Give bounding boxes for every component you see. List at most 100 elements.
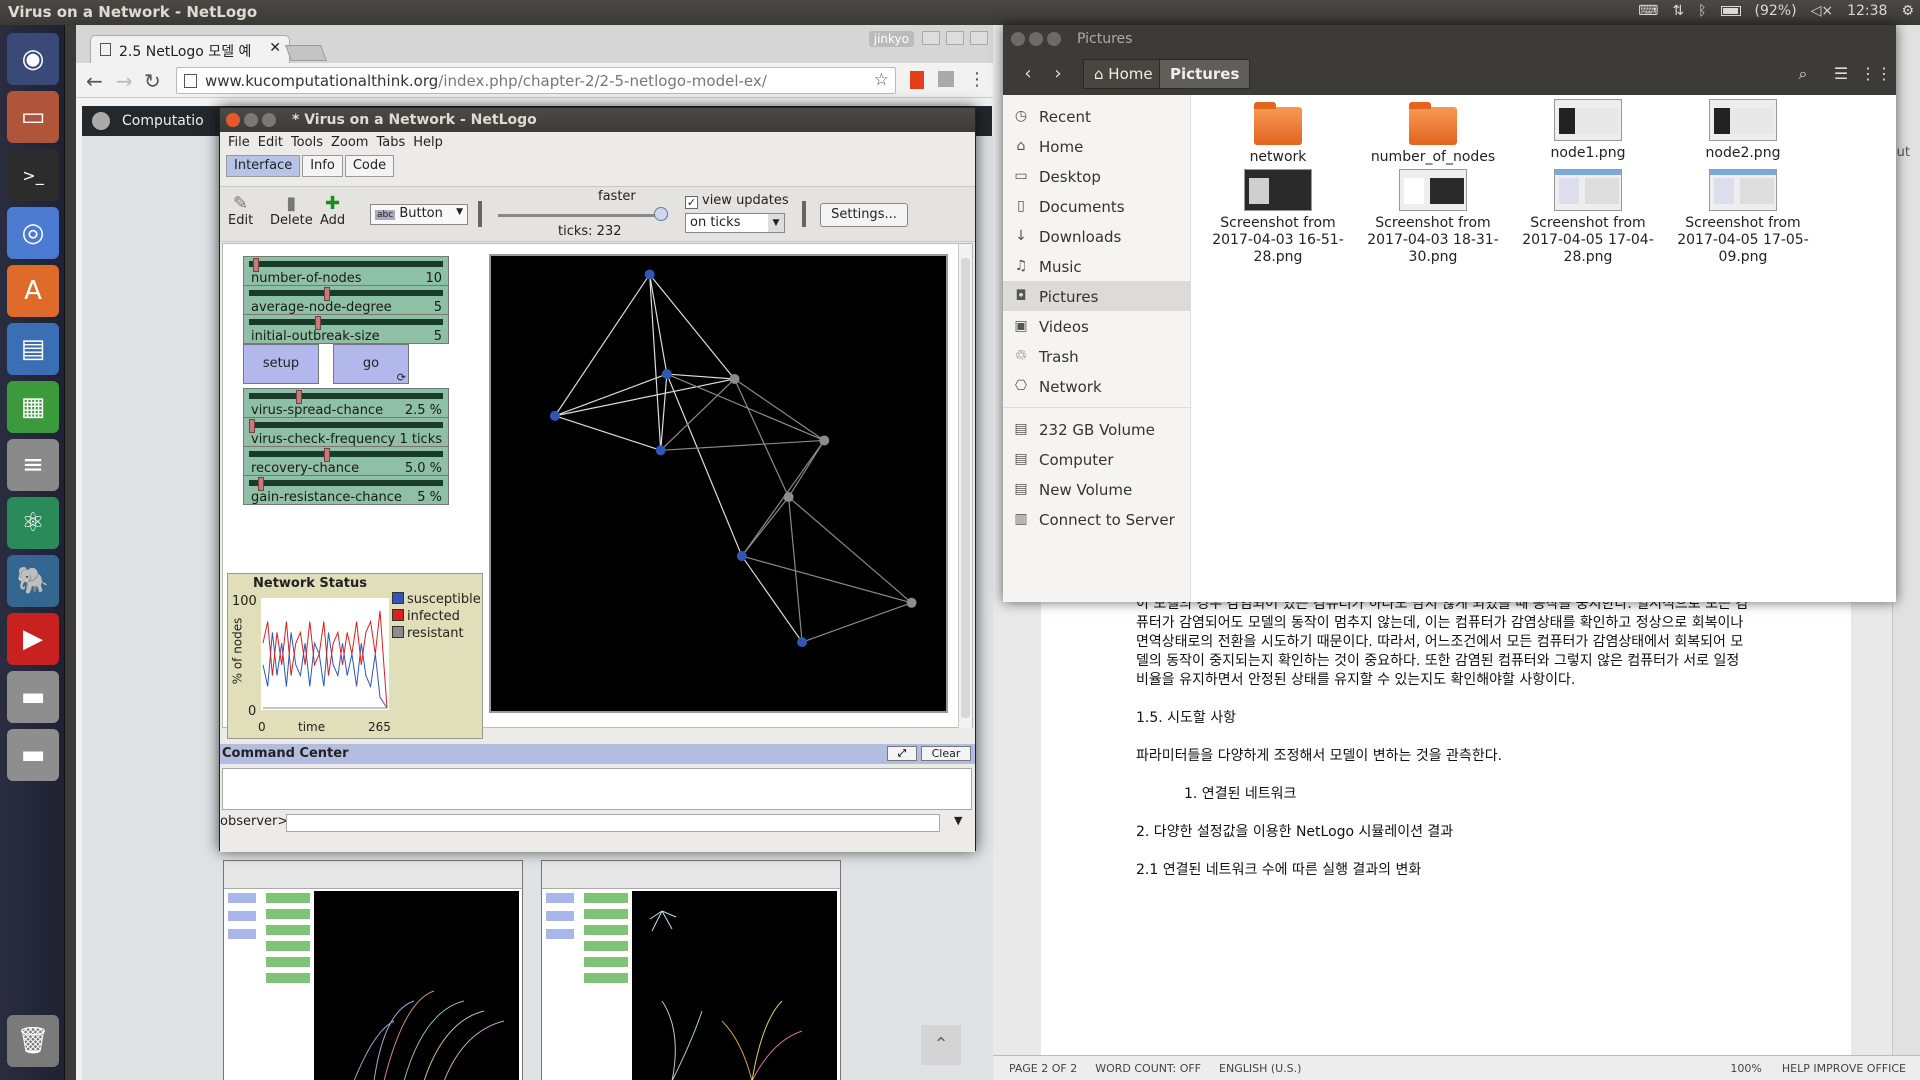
close-button[interactable] <box>1011 32 1025 46</box>
tab-code[interactable]: Code <box>344 155 395 177</box>
sidebar-item-downloads[interactable]: ↓ Downloads <box>1003 221 1190 251</box>
crumb-pictures[interactable]: Pictures <box>1159 59 1251 89</box>
slider-virus-spread-chance[interactable]: virus-spread-chance 2.5 % <box>243 388 449 418</box>
interface-scrollbar[interactable] <box>958 244 972 728</box>
office-extension-icon[interactable] <box>910 71 924 89</box>
minimize-button[interactable] <box>1029 32 1043 46</box>
slider-virus-check-frequency[interactable]: virus-check-frequency 1 ticks <box>243 417 449 447</box>
slider-handle[interactable] <box>324 448 331 462</box>
page-count[interactable]: PAGE 2 OF 2 <box>1009 1062 1077 1075</box>
user-badge[interactable]: jinkyo <box>868 31 914 47</box>
grid-view-icon[interactable]: ⋮⋮ <box>1860 61 1892 87</box>
settings-gear-icon[interactable]: ⚙ <box>1901 3 1914 19</box>
list-view-icon[interactable]: ☰ <box>1826 61 1856 87</box>
file-item[interactable]: node2.png <box>1668 99 1818 162</box>
forward-icon[interactable]: › <box>1043 61 1073 87</box>
menu-icon[interactable]: ⋮ <box>968 69 986 90</box>
wordpress-icon[interactable] <box>92 112 110 130</box>
ubuntu-dash-icon[interactable]: ◉ <box>7 33 59 85</box>
folder-item[interactable]: network <box>1203 102 1353 166</box>
command-input[interactable] <box>286 814 940 832</box>
folder-item[interactable]: number_of_nodes <box>1358 102 1508 166</box>
slider-number-of-nodes[interactable]: number-of-nodes 10 <box>243 256 449 286</box>
terminal-icon[interactable]: >_ <box>7 149 59 201</box>
edit-button[interactable]: ✎ Edit <box>228 193 253 228</box>
menu-help[interactable]: Help <box>413 135 443 153</box>
delete-button[interactable]: ▮ Delete <box>270 193 313 228</box>
drive-icon-2[interactable]: ▬ <box>7 729 59 781</box>
page-info-icon[interactable] <box>184 74 197 88</box>
sidebar-item-music[interactable]: ♫ Music <box>1003 251 1190 281</box>
menu-edit[interactable]: Edit <box>258 135 283 153</box>
new-tab-button[interactable] <box>285 45 327 61</box>
file-item[interactable]: Screenshot from 2017-04-03 18-31-30.png <box>1358 169 1508 266</box>
search-icon[interactable]: ⌕ <box>1788 61 1818 87</box>
setup-button[interactable]: setup <box>243 344 319 384</box>
software-center-icon[interactable]: A <box>7 265 59 317</box>
slider-initial-outbreak-size[interactable]: initial-outbreak-size 5 <box>243 314 449 344</box>
slider-track[interactable] <box>249 422 443 428</box>
go-button[interactable]: go ⟳ <box>333 344 409 384</box>
maximize-button[interactable] <box>262 113 276 127</box>
maximize-button[interactable] <box>946 31 964 45</box>
world-view[interactable] <box>489 254 948 713</box>
slider-gain-resistance-chance[interactable]: gain-resistance-chance 5 % <box>243 475 449 505</box>
file-item[interactable]: Screenshot from 2017-04-05 17-04-28.png <box>1513 169 1663 266</box>
sidebar-item-computer[interactable]: ▤ Computer <box>1003 444 1190 474</box>
postgres-icon[interactable]: 🐘 <box>7 555 59 607</box>
extension-icon[interactable] <box>938 71 954 87</box>
slider-track[interactable] <box>249 480 443 486</box>
sidebar-item-documents[interactable]: ▯ Documents <box>1003 191 1190 221</box>
settings-button[interactable]: Settings... <box>820 203 908 227</box>
slider-track[interactable] <box>249 290 443 296</box>
files-icon[interactable]: ▭ <box>7 91 59 143</box>
chrome-icon[interactable]: ◎ <box>7 207 59 259</box>
tab-info[interactable]: Info <box>302 155 343 177</box>
close-button[interactable] <box>970 31 988 45</box>
widget-type-select[interactable]: abc Button ▼ <box>370 204 468 225</box>
history-dropdown-icon[interactable]: ▼ <box>954 814 962 827</box>
browser-tab[interactable]: 2.5 NetLogo 모델 예 ✕ <box>90 35 290 63</box>
menu-zoom[interactable]: Zoom <box>331 135 368 153</box>
slider-handle[interactable] <box>324 287 331 301</box>
slider-track[interactable] <box>249 319 443 325</box>
bookmark-star-icon[interactable]: ☆ <box>874 70 889 90</box>
document-body[interactable]: 이 모델의 경우 감염되어 있는 컴퓨터가 하나도 남지 않게 되었을 때 동작… <box>1136 595 1756 899</box>
network-icon[interactable]: ⇅ <box>1672 3 1684 19</box>
back-icon[interactable]: ‹ <box>1013 61 1043 87</box>
sidebar-item-volume[interactable]: ▤ 232 GB Volume <box>1003 414 1190 444</box>
sidebar-item-videos[interactable]: ▣ Videos <box>1003 311 1190 341</box>
close-button[interactable] <box>226 113 240 127</box>
sidebar-item-recent[interactable]: ◷ Recent <box>1003 101 1190 131</box>
back-icon[interactable]: ← <box>86 69 103 93</box>
database-icon[interactable]: ≡ <box>7 439 59 491</box>
sidebar-item-desktop[interactable]: ▭ Desktop <box>1003 161 1190 191</box>
reload-icon[interactable]: ↻ <box>144 69 161 93</box>
slider-handle[interactable] <box>252 258 259 272</box>
battery-level[interactable]: (92%) <box>1755 3 1797 19</box>
atom-icon[interactable]: ⚛ <box>7 497 59 549</box>
observer-prompt[interactable]: observer> <box>220 814 288 829</box>
media-icon[interactable]: ▶ <box>7 613 59 665</box>
calc-icon[interactable]: ▦ <box>7 381 59 433</box>
sidebar-item-connect-server[interactable]: ▥ Connect to Server <box>1003 504 1190 534</box>
sidebar-item-new-volume[interactable]: ▤ New Volume <box>1003 474 1190 504</box>
slider-track[interactable] <box>249 451 443 457</box>
add-button[interactable]: ✚ Add <box>320 193 345 228</box>
battery-icon[interactable] <box>1720 6 1741 16</box>
menu-tabs[interactable]: Tabs <box>376 135 405 153</box>
bluetooth-icon[interactable]: ᛒ <box>1698 3 1706 19</box>
close-tab-icon[interactable]: ✕ <box>269 40 281 56</box>
slider-average-node-degree[interactable]: average-node-degree 5 <box>243 285 449 315</box>
file-item[interactable]: node1.png <box>1513 99 1663 162</box>
keyboard-icon[interactable]: ⌨ <box>1638 3 1658 19</box>
minimize-button[interactable] <box>244 113 258 127</box>
slider-handle[interactable] <box>314 316 321 330</box>
menu-file[interactable]: File <box>228 135 250 153</box>
scroll-to-top-button[interactable]: ⌃ <box>921 1025 961 1065</box>
url-field[interactable]: www.kucomputationalthink.org/index.php/c… <box>176 67 896 94</box>
command-output[interactable] <box>222 768 972 810</box>
clock[interactable]: 12:38 <box>1847 3 1887 19</box>
help-improve-link[interactable]: HELP IMPROVE OFFICE <box>1782 1062 1906 1075</box>
tab-interface[interactable]: Interface <box>226 155 301 177</box>
